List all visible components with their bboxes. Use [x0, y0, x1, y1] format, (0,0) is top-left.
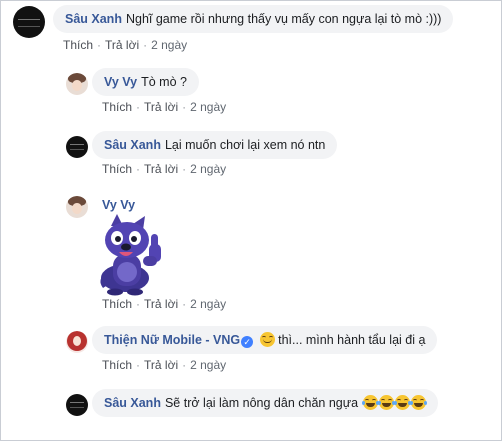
- separator-dot: ·: [136, 162, 141, 176]
- reply-link[interactable]: Trả lời: [105, 38, 139, 52]
- comment-text: Tò mò ?: [141, 75, 187, 89]
- avatar[interactable]: [66, 394, 88, 416]
- avatar[interactable]: [13, 6, 45, 38]
- comment-text: thì... mình hành tẩu lại đi ạ: [278, 333, 426, 347]
- separator-dot: ·: [182, 162, 187, 176]
- comment-actions: Thích · Trả lời · 2 ngày: [102, 297, 226, 311]
- reply-link[interactable]: Trả lời: [144, 297, 178, 311]
- comment-text: Lại muốn chơi lại xem nó ntn: [164, 138, 326, 152]
- separator-dot: ·: [182, 358, 187, 372]
- comment-author[interactable]: Sâu Xanh: [104, 138, 161, 152]
- reply-link[interactable]: Trả lời: [144, 358, 178, 372]
- separator-dot: ·: [97, 38, 102, 52]
- comment-author[interactable]: Sâu Xanh: [104, 396, 161, 410]
- laugh-tears-emoji-icon: [393, 395, 411, 410]
- like-link[interactable]: Thích: [102, 297, 132, 311]
- reply-link[interactable]: Trả lời: [144, 162, 178, 176]
- like-link[interactable]: Thích: [63, 38, 93, 52]
- avatar[interactable]: [66, 331, 88, 353]
- laugh-tears-emoji-icon: [409, 395, 427, 410]
- timestamp[interactable]: 2 ngày: [190, 100, 226, 114]
- avatar[interactable]: [66, 136, 88, 158]
- avatar[interactable]: [66, 73, 88, 95]
- comment-actions: Thích · Trả lời · 2 ngày: [102, 358, 226, 372]
- comment-author[interactable]: Vy Vy: [102, 198, 135, 212]
- timestamp[interactable]: 2 ngày: [190, 297, 226, 311]
- comment-thread: Sâu Xanh Nghĩ game rồi nhưng thấy vụ mấy …: [0, 0, 502, 441]
- timestamp[interactable]: 2 ngày: [190, 358, 226, 372]
- verified-badge-icon: ✓: [241, 336, 254, 348]
- comment-bubble: Thiện Nữ Mobile - VNG ✓ thì... mình hành …: [92, 326, 438, 354]
- smile-emoji-icon: [259, 332, 275, 347]
- comment-text: Sẽ trở lại làm nông dân chăn ngựa: [164, 396, 359, 410]
- comment-actions: Thích · Trả lời · 2 ngày: [102, 100, 226, 114]
- like-link[interactable]: Thích: [102, 358, 132, 372]
- comment-bubble: Sâu Xanh Lại muốn chơi lại xem nó ntn: [92, 131, 338, 159]
- avatar[interactable]: [66, 196, 88, 218]
- separator-dot: ·: [136, 297, 141, 311]
- comment-bubble: Sâu Xanh Nghĩ game rồi nhưng thấy vụ mấy …: [53, 5, 454, 33]
- separator-dot: ·: [143, 38, 148, 52]
- comment-actions: Thích · Trả lời · 2 ngày: [102, 162, 226, 176]
- laugh-tears-emoji-icon: [361, 395, 379, 410]
- separator-dot: ·: [136, 100, 141, 114]
- comment-author[interactable]: Thiện Nữ Mobile - VNG: [104, 333, 240, 347]
- separator-dot: ·: [182, 100, 187, 114]
- purple-dog-thumbs-up-sticker: [100, 214, 161, 296]
- reply-link[interactable]: Trả lời: [144, 100, 178, 114]
- separator-dot: ·: [182, 297, 187, 311]
- separator-dot: ·: [136, 358, 141, 372]
- comment-text: Nghĩ game rồi nhưng thấy vụ mấy con ngựa…: [125, 12, 442, 26]
- comment-bubble: Sâu Xanh Sẽ trở lại làm nông dân chăn ngự…: [92, 389, 438, 417]
- like-link[interactable]: Thích: [102, 162, 132, 176]
- laugh-tears-emoji-icon: [377, 395, 395, 410]
- comment-author[interactable]: Vy Vy: [104, 75, 137, 89]
- timestamp[interactable]: 2 ngày: [190, 162, 226, 176]
- like-link[interactable]: Thích: [102, 100, 132, 114]
- comment-bubble: Vy Vy Tò mò ?: [92, 68, 199, 96]
- comment-author[interactable]: Sâu Xanh: [65, 12, 122, 26]
- comment-actions: Thích · Trả lời · 2 ngày: [63, 38, 187, 52]
- timestamp[interactable]: 2 ngày: [151, 38, 187, 52]
